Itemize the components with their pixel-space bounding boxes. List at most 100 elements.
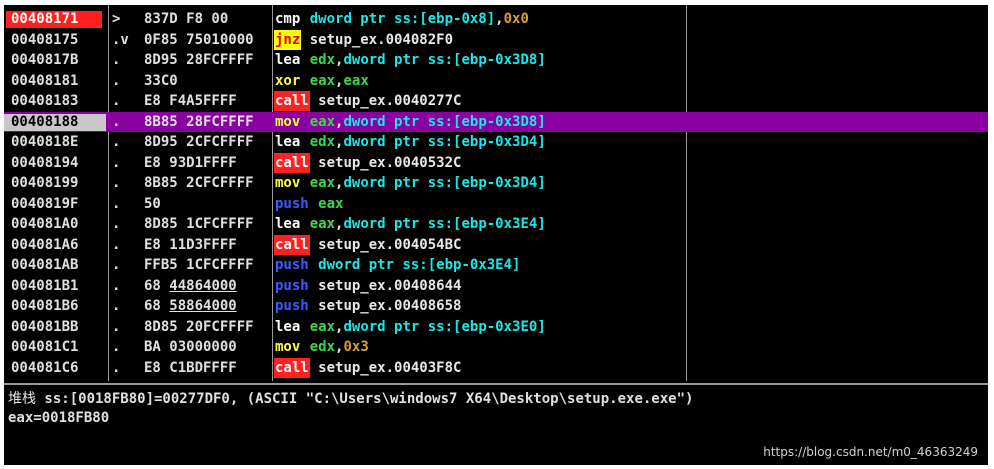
flow-marker: . — [112, 113, 121, 130]
operand: eax — [343, 72, 369, 89]
operand: 0x3 — [343, 339, 369, 355]
operand: dword ptr ss:[ebp-0x3E4] — [318, 257, 521, 273]
operand: eax — [309, 175, 336, 191]
disasm-row[interactable]: 0040819F. 50 push eax — [4, 194, 988, 215]
hex-bytes-cell: 0F85 75010000 — [144, 31, 254, 48]
instruction-cell: lea eax,dword ptr ss:[ebp-0x3E0] — [274, 317, 686, 337]
address-cell: 00408183 — [11, 93, 79, 109]
address-cell: 004081BB — [11, 318, 79, 335]
disasm-row[interactable]: 00408194. E8 93D1FFFF call setup_ex.004053… — [4, 152, 988, 174]
mnemonic: call — [274, 91, 310, 111]
disasm-row[interactable]: 00408199. 8B85 2CFCFFFF mov eax,dword ptr … — [4, 173, 988, 194]
mnemonic: lea — [275, 216, 301, 232]
address-cell: 00408171 — [6, 11, 102, 28]
disasm-row[interactable]: 0040817B. 8D95 28FCFFFF lea edx,dword ptr … — [4, 50, 988, 71]
disasm-row[interactable]: 004081B1. 68 44864000 push setup_ex.004086… — [4, 276, 988, 297]
disasm-row[interactable]: 004081C6. E8 C1BDFFFF call setup_ex.00403F… — [4, 357, 988, 379]
instruction-cell: lea eax,dword ptr ss:[ebp-0x3E4] — [274, 214, 686, 234]
instruction-cell: mov edx,0x3 — [274, 337, 686, 357]
mnemonic: mov — [275, 175, 301, 191]
instruction-cell: call setup_ex.004054BC — [274, 234, 686, 255]
instruction-cell: jnz setup_ex.004082F0 — [274, 29, 686, 50]
flow-marker: . — [112, 339, 121, 355]
flow-marker: . — [112, 52, 121, 68]
hex-bytes-cell: 68 58864000 — [144, 298, 237, 314]
instruction-cell: push dword ptr ss:[ebp-0x3E4] — [274, 255, 686, 275]
disasm-row[interactable]: 004081A6. E8 11D3FFFF call setup_ex.004054… — [4, 234, 988, 256]
operand: dword ptr ss:[ebp-0x3D8] — [343, 113, 546, 130]
disasm-row[interactable]: 004081A0. 8D85 1CFCFFFF lea eax,dword ptr … — [4, 214, 988, 235]
flow-marker: . — [112, 72, 121, 89]
flow-marker: . — [112, 93, 121, 109]
flow-marker: .v — [112, 31, 129, 48]
disasm-row[interactable]: 00408188. 8B85 28FCFFFF mov eax,dword ptr … — [4, 111, 988, 132]
instruction-cell: mov eax,dword ptr ss:[ebp-0x3D8] — [274, 112, 686, 132]
instruction-cell: call setup_ex.0040532C — [274, 152, 686, 173]
operand: dword ptr ss:[ebp-0x3E4] — [343, 216, 546, 232]
mnemonic: cmp — [275, 11, 301, 27]
register-info-line: eax=0018FB80 — [8, 410, 110, 426]
hex-bytes-cell: 8D95 28FCFFFF — [144, 52, 254, 68]
watermark: https://blog.csdn.net/m0_46363249 — [763, 445, 978, 459]
mnemonic: push — [275, 195, 309, 212]
operand: eax — [309, 72, 336, 89]
operand: dword ptr ss:[ebp-0x3D8] — [343, 52, 546, 68]
address-cell: 00408194 — [11, 154, 79, 171]
flow-marker: . — [112, 175, 121, 191]
hex-bytes-cell: 50 — [144, 195, 161, 212]
mnemonic: lea — [275, 318, 301, 335]
hex-bytes-cell: 68 44864000 — [144, 277, 237, 294]
disasm-row[interactable]: 004081C1. BA 03000000 mov edx,0x3 — [4, 337, 988, 358]
mnemonic: lea — [275, 52, 301, 68]
hex-bytes-cell: E8 93D1FFFF — [144, 154, 237, 171]
instruction-cell: cmp dword ptr ss:[ebp-0x8],0x0 — [274, 9, 686, 29]
flow-marker: . — [112, 216, 121, 232]
mnemonic: jnz — [274, 29, 302, 50]
instruction-cell: lea edx,dword ptr ss:[ebp-0x3D8] — [274, 50, 686, 70]
disasm-row[interactable]: 004081BB. 8D85 20FCFFFF lea eax,dword ptr … — [4, 317, 988, 338]
stack-value: ss:[0018FB80]=00277DF0, (ASCII "C:\Users… — [36, 391, 694, 407]
address-cell: 004081C6 — [11, 359, 79, 376]
hex-bytes-cell: E8 C1BDFFFF — [144, 359, 237, 376]
mnemonic: call — [274, 234, 310, 255]
instruction-cell: call setup_ex.0040277C — [274, 91, 686, 111]
disassembly-pane[interactable]: 00408171 >837D F8 00 cmp dword ptr ss:[ebp… — [4, 5, 988, 381]
disasm-row[interactable]: 0040818E. 8D95 2CFCFFFF lea edx,dword ptr … — [4, 132, 988, 153]
address-cell: 004081C1 — [11, 339, 79, 355]
instruction-cell: push setup_ex.00408644 — [274, 276, 686, 296]
operand: dword ptr ss:[ebp-0x3E0] — [343, 318, 546, 335]
operand: setup_ex.00408658 — [318, 298, 462, 314]
stack-info-line: 堆栈 ss:[0018FB80]=00277DF0, (ASCII "C:\Us… — [8, 389, 693, 409]
hex-bytes-cell: 8D95 2CFCFFFF — [144, 134, 254, 150]
flow-marker: . — [112, 257, 121, 273]
disasm-row[interactable]: 00408171 >837D F8 00 cmp dword ptr ss:[ebp… — [4, 9, 988, 30]
flow-marker: . — [112, 318, 121, 335]
address-cell: 00408188 — [4, 113, 106, 131]
flow-marker: . — [112, 195, 121, 212]
address-cell: 004081A6 — [11, 236, 79, 253]
instruction-cell: mov eax,dword ptr ss:[ebp-0x3D4] — [274, 173, 686, 193]
address-cell: 00408175 — [11, 31, 79, 48]
operand: dword ptr ss:[ebp-0x3D4] — [343, 134, 546, 150]
flow-marker: > — [112, 11, 121, 27]
disasm-row[interactable]: 00408181. 33C0 xor eax,eax — [4, 71, 988, 92]
mnemonic: xor — [275, 72, 301, 89]
mnemonic: lea — [275, 134, 301, 150]
instruction-cell: xor eax,eax — [274, 71, 686, 91]
hex-bytes-cell: E8 11D3FFFF — [144, 236, 237, 253]
operand: 0x0 — [503, 11, 529, 27]
operand: edx — [309, 134, 336, 150]
disasm-row[interactable]: 00408183. E8 F4A5FFFF call setup_ex.004027… — [4, 91, 988, 112]
operand: setup_ex.00403F8C — [318, 359, 462, 376]
mnemonic: call — [274, 357, 310, 378]
instruction-cell: push eax — [274, 194, 686, 214]
address-cell: 004081AB — [11, 257, 79, 273]
disasm-row[interactable]: 00408175 .v 0F85 75010000 jnz setup_ex.0040… — [4, 29, 988, 51]
disasm-row[interactable]: 004081B6. 68 58864000 push setup_ex.004086… — [4, 296, 988, 317]
address-cell: 00408181 — [11, 72, 79, 89]
disasm-row[interactable]: 004081AB. FFB5 1CFCFFFF push dword ptr ss:… — [4, 255, 988, 276]
hex-bytes-cell: FFB5 1CFCFFFF — [144, 257, 254, 273]
hex-bytes-cell: 8B85 28FCFFFF — [144, 113, 254, 130]
operand: setup_ex.004054BC — [318, 236, 462, 253]
instruction-cell: push setup_ex.00408658 — [274, 296, 686, 316]
